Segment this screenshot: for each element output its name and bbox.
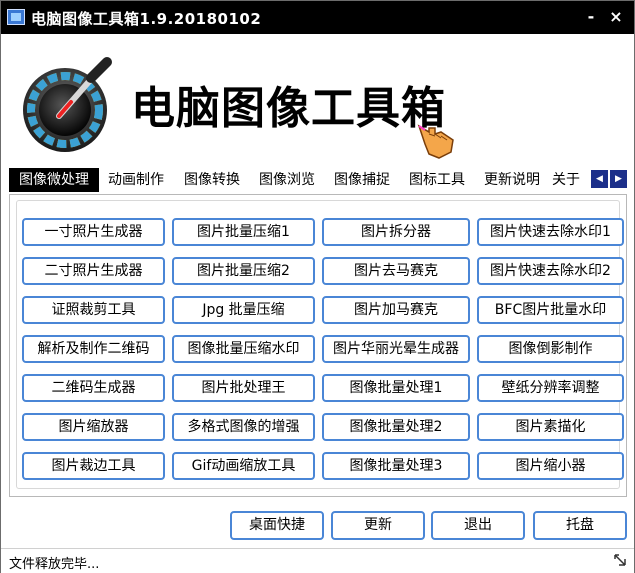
tool-button[interactable]: 图片素描化 bbox=[477, 413, 624, 441]
app-window: 电脑图像工具箱1.9.20180102 - × 电脑图像工具箱 图像微处理 动画… bbox=[0, 0, 635, 573]
update-button[interactable]: 更新 bbox=[331, 511, 425, 540]
tab-image-convert[interactable]: 图像转换 bbox=[177, 168, 247, 192]
tool-button[interactable]: BFC图片批量水印 bbox=[477, 296, 624, 324]
app-icon bbox=[7, 9, 25, 25]
tab-animation[interactable]: 动画制作 bbox=[101, 168, 171, 192]
tool-button[interactable]: 图片去马赛克 bbox=[322, 257, 470, 285]
close-button[interactable]: × bbox=[605, 5, 627, 29]
tab-image-browse[interactable]: 图像浏览 bbox=[252, 168, 322, 192]
tool-button[interactable]: 多格式图像的增强 bbox=[172, 413, 315, 441]
tool-button[interactable]: 图片快速去除水印1 bbox=[477, 218, 624, 246]
pointing-hand-icon bbox=[417, 124, 454, 159]
tab-about[interactable]: 关于 bbox=[552, 168, 592, 192]
tab-image-capture[interactable]: 图像捕捉 bbox=[327, 168, 397, 192]
status-text: 文件释放完毕... bbox=[9, 557, 100, 572]
desktop-shortcut-button[interactable]: 桌面快捷 bbox=[230, 511, 324, 540]
tool-button[interactable]: 图片拆分器 bbox=[322, 218, 470, 246]
banner: 电脑图像工具箱 bbox=[1, 34, 634, 166]
tab-strip: 图像微处理 动画制作 图像转换 图像浏览 图像捕捉 图标工具 更新说明 关于 ◀… bbox=[9, 168, 629, 192]
tool-button[interactable]: 图像批量处理3 bbox=[322, 452, 470, 480]
banner-title: 电脑图像工具箱 bbox=[131, 83, 446, 134]
window-title: 电脑图像工具箱1.9.20180102 bbox=[31, 10, 262, 28]
tab-scroll-right-icon[interactable]: ▶ bbox=[610, 170, 627, 188]
tab-panel: 一寸照片生成器 图片批量压缩1 图片拆分器 图片快速去除水印1 二寸照片生成器 … bbox=[9, 194, 627, 497]
tool-button[interactable]: 二寸照片生成器 bbox=[22, 257, 165, 285]
tool-button[interactable]: 壁纸分辨率调整 bbox=[477, 374, 624, 402]
tab-image-micro-processing[interactable]: 图像微处理 bbox=[9, 168, 99, 192]
status-bar: 文件释放完毕... bbox=[1, 548, 634, 573]
tool-button[interactable]: 图像批量压缩水印 bbox=[172, 335, 315, 363]
tool-button[interactable]: 图像倒影制作 bbox=[477, 335, 624, 363]
color-wheel-eyedropper-icon bbox=[23, 57, 112, 152]
tool-button[interactable]: 图片华丽光晕生成器 bbox=[322, 335, 470, 363]
tool-button[interactable]: 图片缩放器 bbox=[22, 413, 165, 441]
tool-button[interactable]: 一寸照片生成器 bbox=[22, 218, 165, 246]
tool-button[interactable]: 图像批量处理1 bbox=[322, 374, 470, 402]
tool-button[interactable]: 二维码生成器 bbox=[22, 374, 165, 402]
resize-grip-icon[interactable] bbox=[613, 553, 627, 567]
tray-button[interactable]: 托盘 bbox=[533, 511, 627, 540]
tool-button[interactable]: 解析及制作二维码 bbox=[22, 335, 165, 363]
tool-button[interactable]: Gif动画缩放工具 bbox=[172, 452, 315, 480]
tab-scroll-left-icon[interactable]: ◀ bbox=[591, 170, 608, 188]
tool-button[interactable]: 图片缩小器 bbox=[477, 452, 624, 480]
tool-button[interactable]: 图片加马赛克 bbox=[322, 296, 470, 324]
tab-icon-tools[interactable]: 图标工具 bbox=[402, 168, 472, 192]
tool-button[interactable]: 图片裁边工具 bbox=[22, 452, 165, 480]
title-bar[interactable]: 电脑图像工具箱1.9.20180102 - × bbox=[1, 1, 634, 34]
tool-button[interactable]: 图片快速去除水印2 bbox=[477, 257, 624, 285]
tool-button[interactable]: 图片批量压缩2 bbox=[172, 257, 315, 285]
tool-button[interactable]: Jpg 批量压缩 bbox=[172, 296, 315, 324]
exit-button[interactable]: 退出 bbox=[431, 511, 525, 540]
tab-update-notes[interactable]: 更新说明 bbox=[477, 168, 547, 192]
tool-button[interactable]: 图片批处理王 bbox=[172, 374, 315, 402]
minimize-button[interactable]: - bbox=[581, 5, 601, 29]
tool-button[interactable]: 证照裁剪工具 bbox=[22, 296, 165, 324]
tool-button-group: 一寸照片生成器 图片批量压缩1 图片拆分器 图片快速去除水印1 二寸照片生成器 … bbox=[16, 200, 624, 489]
tool-button[interactable]: 图片批量压缩1 bbox=[172, 218, 315, 246]
tool-button[interactable]: 图像批量处理2 bbox=[322, 413, 470, 441]
